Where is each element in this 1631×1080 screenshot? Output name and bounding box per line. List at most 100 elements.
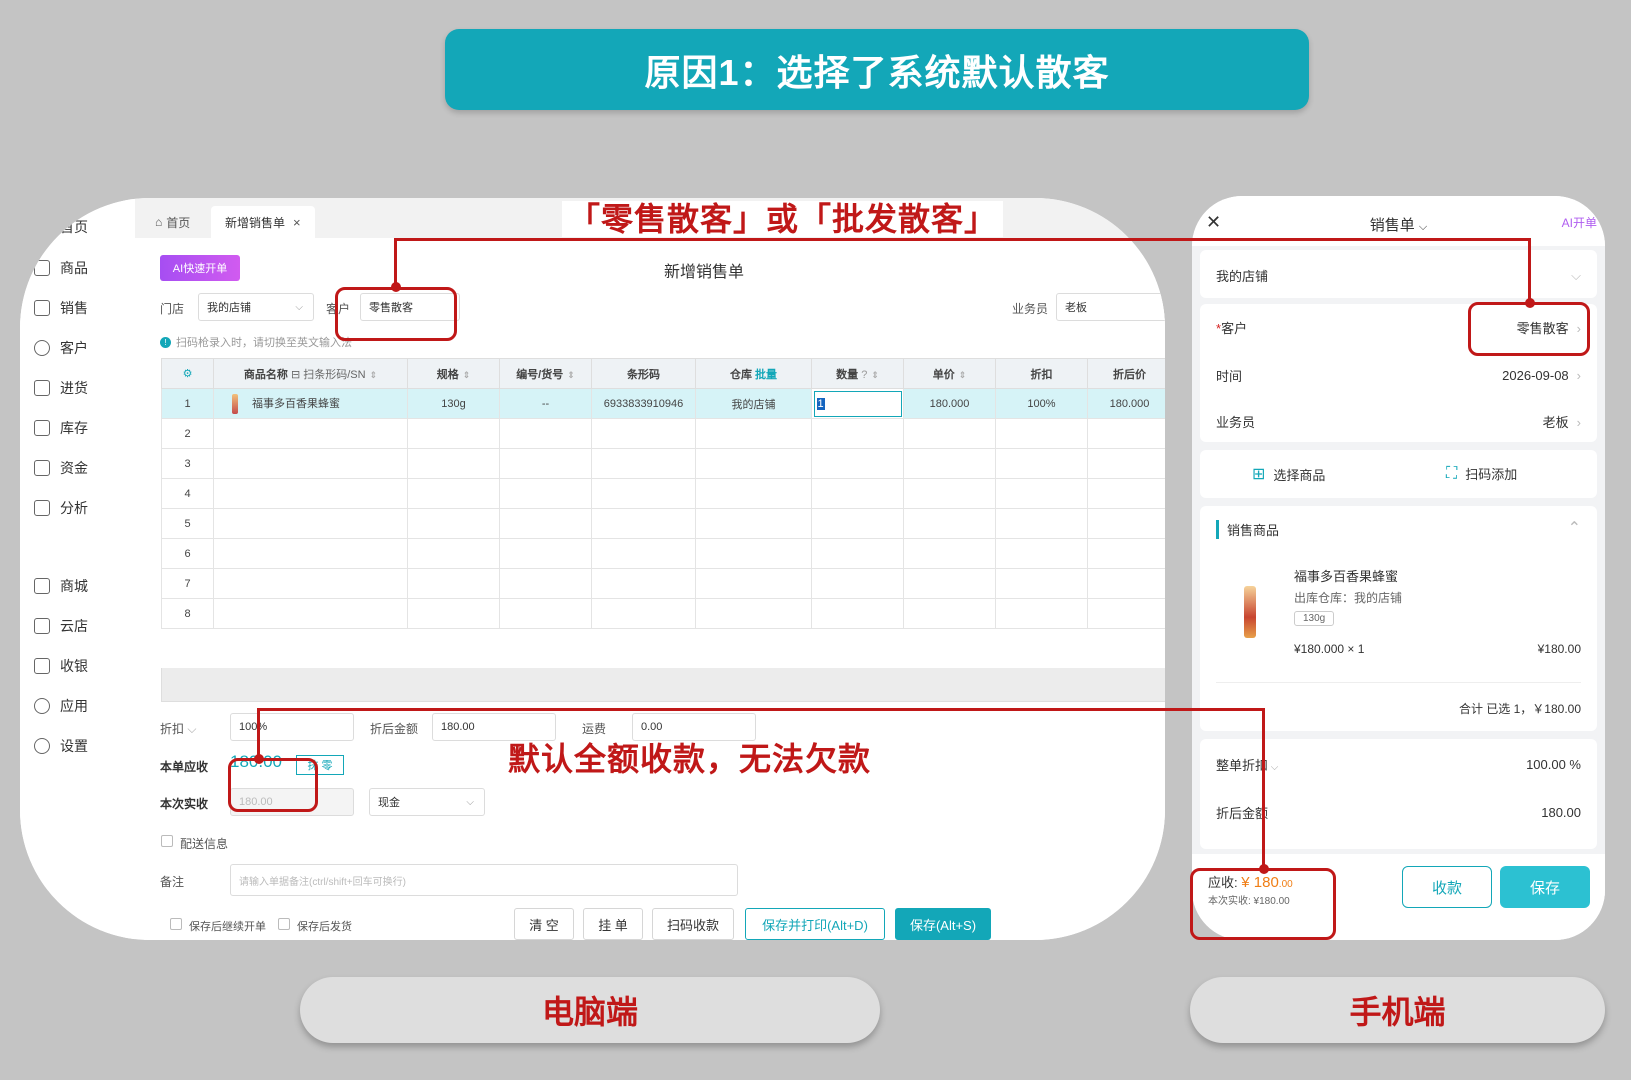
box-icon — [34, 260, 50, 276]
receipt-icon — [34, 300, 50, 316]
col-warehouse: 仓库 批量 — [695, 358, 812, 389]
add-goods-card: ⊞ 选择商品 ⛶ 扫码添加 — [1200, 450, 1597, 498]
table-header: ⚙ 商品名称 ⊟ 扫条形码/SN ⇕ 规格 ⇕ 编号/货号 ⇕ 条形码 仓库 批量 数… — [161, 358, 1165, 389]
warehouse-icon — [34, 420, 50, 436]
store-icon — [34, 578, 50, 594]
desktop-label: 电脑端 — [300, 977, 880, 1043]
desktop-customer-highlight — [335, 287, 457, 341]
apps-icon — [34, 698, 50, 714]
table-row[interactable]: 3 — [161, 448, 1165, 479]
table-row[interactable]: 5 — [161, 508, 1165, 539]
product-warehouse: 出库仓库：我的店铺 — [1294, 591, 1403, 605]
sidebar: 首页 商品 销售 客户 进货 库存 资金 分析 商城 云店 收银 应用 设置 — [20, 198, 135, 940]
table-row[interactable]: 8 — [161, 598, 1165, 629]
continue-checkbox[interactable] — [170, 918, 182, 930]
wallet-icon — [34, 460, 50, 476]
tab-new-sales-order[interactable]: 新增销售单 × — [211, 206, 315, 238]
close-icon[interactable]: × — [293, 215, 301, 230]
col-spec[interactable]: 规格 ⇕ — [407, 358, 500, 389]
cloud-store-icon — [34, 618, 50, 634]
remark-input[interactable]: 请输入单据备注(ctrl/shift+回车可换行) — [230, 864, 738, 896]
sales-goods-card: 销售商品 ⌃ 福事多百香果蜂蜜 出库仓库：我的店铺 130g ¥180.000 … — [1200, 506, 1597, 731]
quantity-input[interactable]: 1 — [813, 390, 902, 417]
continue-label: 保存后继续开单 — [189, 921, 266, 933]
delivery-checkbox[interactable] — [161, 835, 173, 847]
sidebar-item-goods[interactable]: 商品 — [34, 257, 88, 279]
table-row[interactable]: 1 福事多百香果蜂蜜 130g -- 6933833910946 我的店铺 1 … — [161, 388, 1165, 419]
salesman-select[interactable]: 老板 — [1056, 293, 1165, 321]
chevron-down-icon: ⌵ — [1268, 762, 1279, 773]
sidebar-item-funds[interactable]: 资金 — [34, 457, 88, 479]
inbound-icon — [34, 380, 50, 396]
mobile-save-button[interactable]: 保存 — [1500, 866, 1590, 908]
scan-icon: ⛶ — [1446, 464, 1458, 482]
table-row[interactable]: 6 — [161, 538, 1165, 569]
sidebar-item-sales[interactable]: 销售 — [34, 297, 88, 319]
gear-icon[interactable]: ⚙ — [161, 358, 214, 389]
sidebar-item-home[interactable]: 首页 — [34, 216, 88, 238]
form-title: 新增销售单 — [664, 264, 745, 281]
product-image — [1244, 586, 1256, 638]
store-label: 门店 — [160, 302, 185, 316]
col-code[interactable]: 编号/货号 ⇕ — [499, 358, 592, 389]
sidebar-item-cloud-store[interactable]: 云店 — [34, 615, 88, 637]
mobile-title[interactable]: 销售单 ⌵ — [1192, 214, 1605, 235]
chevron-right-icon: › — [1576, 368, 1581, 383]
col-price[interactable]: 单价 ⇕ — [903, 358, 996, 389]
time-row[interactable]: 时间 2026-09-08 › — [1216, 366, 1581, 385]
sidebar-item-cashier[interactable]: 收银 — [34, 655, 88, 677]
table-row[interactable]: 7 — [161, 568, 1165, 599]
batch-link[interactable]: 批量 — [755, 369, 777, 381]
table-row[interactable]: 2 — [161, 418, 1165, 449]
hold-button[interactable]: 挂 单 — [583, 908, 643, 940]
save-print-button[interactable]: 保存并打印(Alt+D) — [745, 908, 885, 940]
discount-input[interactable]: 100% — [230, 713, 354, 741]
goods-total: 合计 已选 1，￥180.00 — [1458, 702, 1581, 716]
chevron-down-icon: ⌵ — [187, 722, 197, 736]
store-card[interactable]: 我的店铺 ⌵ — [1200, 250, 1597, 298]
col-qty[interactable]: 数量 ? ⇕ — [811, 358, 904, 389]
tab-home[interactable]: ⌂ 首页 — [141, 206, 204, 238]
scan-add-button[interactable]: ⛶ 扫码添加 — [1446, 464, 1517, 483]
select-goods-button[interactable]: ⊞ 选择商品 — [1252, 464, 1325, 484]
ai-order-button[interactable]: AI开单 — [1562, 214, 1597, 231]
chevron-down-icon: ⌵ — [295, 301, 303, 313]
scanner-hint: ! 扫码枪录入时，请切换至英文输入法 — [160, 334, 352, 350]
annotation-customer: 「零售散客」或「批发散客」 — [562, 194, 1004, 240]
remark-label: 备注 — [160, 875, 185, 889]
sidebar-item-purchase[interactable]: 进货 — [34, 377, 88, 399]
receivable-label: 本单应收 — [160, 760, 209, 774]
whole-discount-row[interactable]: 整单折扣 ⌵ 100.00 % — [1216, 755, 1581, 774]
scan-pay-button[interactable]: 扫码收款 — [652, 908, 734, 940]
clear-button[interactable]: 清 空 — [514, 908, 574, 940]
col-final-price: 折后价 — [1087, 358, 1165, 389]
product-image — [232, 393, 238, 414]
col-name[interactable]: 商品名称 ⊟ 扫条形码/SN ⇕ — [213, 358, 408, 389]
product-subtotal: ¥180.00 — [1537, 642, 1581, 656]
product-name-cell: 福事多百香果蜂蜜 — [213, 388, 408, 419]
desktop-screenshot: 首页 商品 销售 客户 进货 库存 资金 分析 商城 云店 收银 应用 设置 ⌂… — [20, 198, 1165, 940]
table-row[interactable]: 4 — [161, 478, 1165, 509]
ai-quick-order-button[interactable]: AI快速开单 — [160, 255, 240, 281]
section-title: 销售商品 — [1216, 520, 1279, 539]
sidebar-item-apps[interactable]: 应用 — [34, 695, 88, 717]
chevron-up-icon[interactable]: ⌃ — [1568, 518, 1581, 538]
payment-method-select[interactable]: 现金 ⌵ — [369, 788, 485, 816]
discount-label: 折扣 ⌵ — [160, 722, 197, 736]
col-barcode: 条形码 — [591, 358, 696, 389]
store-select[interactable]: 我的店铺 ⌵ — [198, 293, 314, 321]
salesman-row[interactable]: 业务员 老板 › — [1216, 412, 1581, 431]
salesman-label: 业务员 — [1012, 302, 1049, 316]
cashier-icon — [34, 658, 50, 674]
sidebar-item-inventory[interactable]: 库存 — [34, 417, 88, 439]
sidebar-item-analysis[interactable]: 分析 — [34, 497, 88, 519]
sidebar-item-settings[interactable]: 设置 — [34, 735, 88, 757]
store-name: 我的店铺 — [1216, 269, 1269, 284]
sidebar-item-mall[interactable]: 商城 — [34, 575, 88, 597]
sidebar-item-customers[interactable]: 客户 — [34, 337, 88, 359]
collect-button[interactable]: 收款 — [1402, 866, 1492, 908]
ship-checkbox[interactable] — [278, 918, 290, 930]
annotation-full-payment: 默认全额收款，无法欠款 — [502, 734, 878, 780]
col-discount: 折扣 — [995, 358, 1088, 389]
save-button[interactable]: 保存(Alt+S) — [895, 908, 991, 940]
